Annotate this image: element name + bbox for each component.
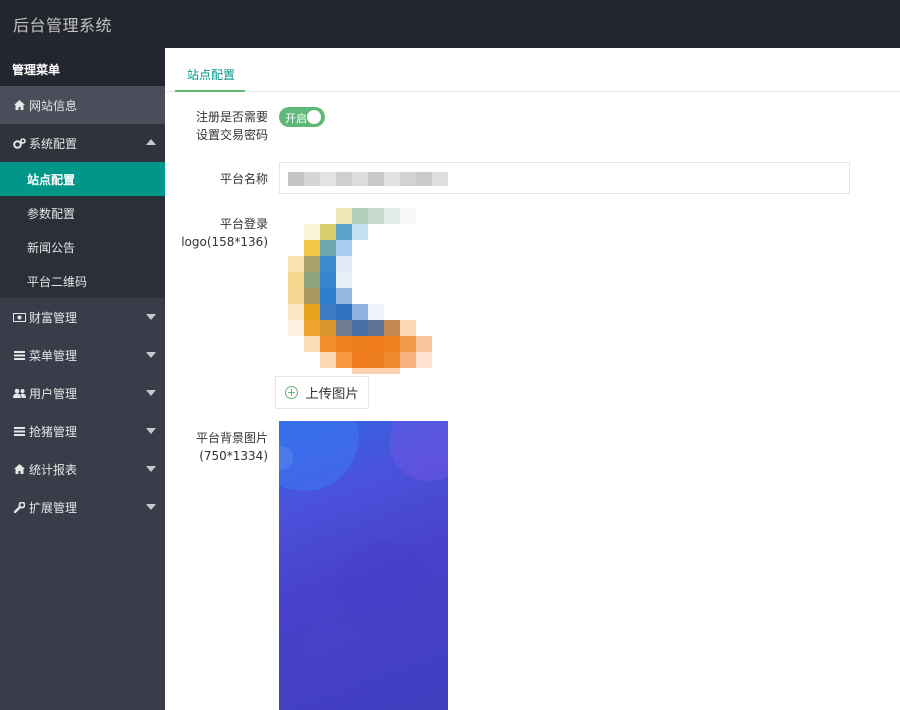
label-line: 设置交易密码 xyxy=(195,128,268,142)
users-icon xyxy=(12,387,26,399)
upload-button-label: 上传图片 xyxy=(305,386,359,401)
sidebar-header: 管理菜单 xyxy=(0,48,165,86)
sidebar-item-extensions[interactable]: 扩展管理 xyxy=(0,488,165,526)
label-line: 平台背景图片 xyxy=(195,431,268,445)
trade-password-label: 注册是否需要 设置交易密码 xyxy=(158,108,268,144)
home-icon xyxy=(12,99,26,111)
sidebar-item-label: 菜单管理 xyxy=(29,348,78,363)
chevron-down-icon xyxy=(146,428,156,434)
app-title: 后台管理系统 xyxy=(13,16,113,35)
sidebar-item-grab-pig[interactable]: 抢猪管理 xyxy=(0,412,165,450)
list-icon xyxy=(12,425,26,437)
chevron-down-icon xyxy=(146,352,156,358)
sidebar-item-wealth[interactable]: 财富管理 xyxy=(0,298,165,336)
label-line: 平台登录 xyxy=(219,217,268,231)
home-icon xyxy=(12,463,26,475)
toggle-knob xyxy=(307,110,321,124)
top-header: 后台管理系统 xyxy=(0,0,900,48)
toggle-text: 开启 xyxy=(285,112,307,125)
background-preview-image xyxy=(279,421,448,710)
sidebar: 管理菜单 网站信息 系统配置 站点配置 参数配置 新闻公告 平台二维码 财富管理… xyxy=(0,48,165,710)
platform-bg-label: 平台背景图片 (750*1334) xyxy=(158,429,268,465)
gears-icon xyxy=(12,137,26,149)
platform-name-label: 平台名称 xyxy=(219,172,268,186)
chevron-down-icon xyxy=(146,466,156,472)
sidebar-subitem-qrcode[interactable]: 平台二维码 xyxy=(0,264,165,298)
sidebar-item-label: 财富管理 xyxy=(29,310,78,325)
sidebar-item-label: 用户管理 xyxy=(29,386,78,401)
label-line: (750*1334) xyxy=(199,449,268,463)
plus-circle-icon xyxy=(285,386,299,399)
sidebar-subitem-site-config[interactable]: 站点配置 xyxy=(0,162,165,196)
tab-site-config[interactable]: 站点配置 xyxy=(175,48,246,92)
platform-name-input[interactable] xyxy=(279,162,850,194)
sidebar-item-reports[interactable]: 统计报表 xyxy=(0,450,165,488)
chevron-down-icon xyxy=(146,390,156,396)
wrench-icon xyxy=(12,501,26,513)
sidebar-item-label: 统计报表 xyxy=(29,462,78,477)
chevron-down-icon xyxy=(146,504,156,510)
platform-logo-label: 平台登录 logo(158*136) xyxy=(158,215,268,251)
label-line: 注册是否需要 xyxy=(195,110,268,124)
sidebar-item-system-config[interactable]: 系统配置 xyxy=(0,124,165,162)
chevron-down-icon xyxy=(146,314,156,320)
blurred-text xyxy=(288,172,448,186)
sidebar-item-label: 网站信息 xyxy=(29,98,78,113)
sidebar-item-menu[interactable]: 菜单管理 xyxy=(0,336,165,374)
sidebar-subitem-news[interactable]: 新闻公告 xyxy=(0,230,165,264)
tab-bar: 站点配置 xyxy=(165,48,900,92)
sidebar-subitem-param-config[interactable]: 参数配置 xyxy=(0,196,165,230)
chevron-up-icon xyxy=(146,139,156,145)
sidebar-item-label: 系统配置 xyxy=(29,136,78,151)
list-icon xyxy=(12,349,26,361)
sidebar-item-users[interactable]: 用户管理 xyxy=(0,374,165,412)
label-line: logo(158*136) xyxy=(181,235,268,249)
logo-preview-image xyxy=(288,208,448,376)
upload-image-button[interactable]: 上传图片 xyxy=(275,376,369,409)
sidebar-item-site-info[interactable]: 网站信息 xyxy=(0,86,165,124)
money-icon xyxy=(12,311,26,323)
trade-password-toggle[interactable]: 开启 xyxy=(279,107,325,127)
sidebar-item-label: 抢猪管理 xyxy=(29,424,78,439)
sidebar-item-label: 扩展管理 xyxy=(29,500,78,515)
submenu-system-config: 站点配置 参数配置 新闻公告 平台二维码 xyxy=(0,162,165,298)
